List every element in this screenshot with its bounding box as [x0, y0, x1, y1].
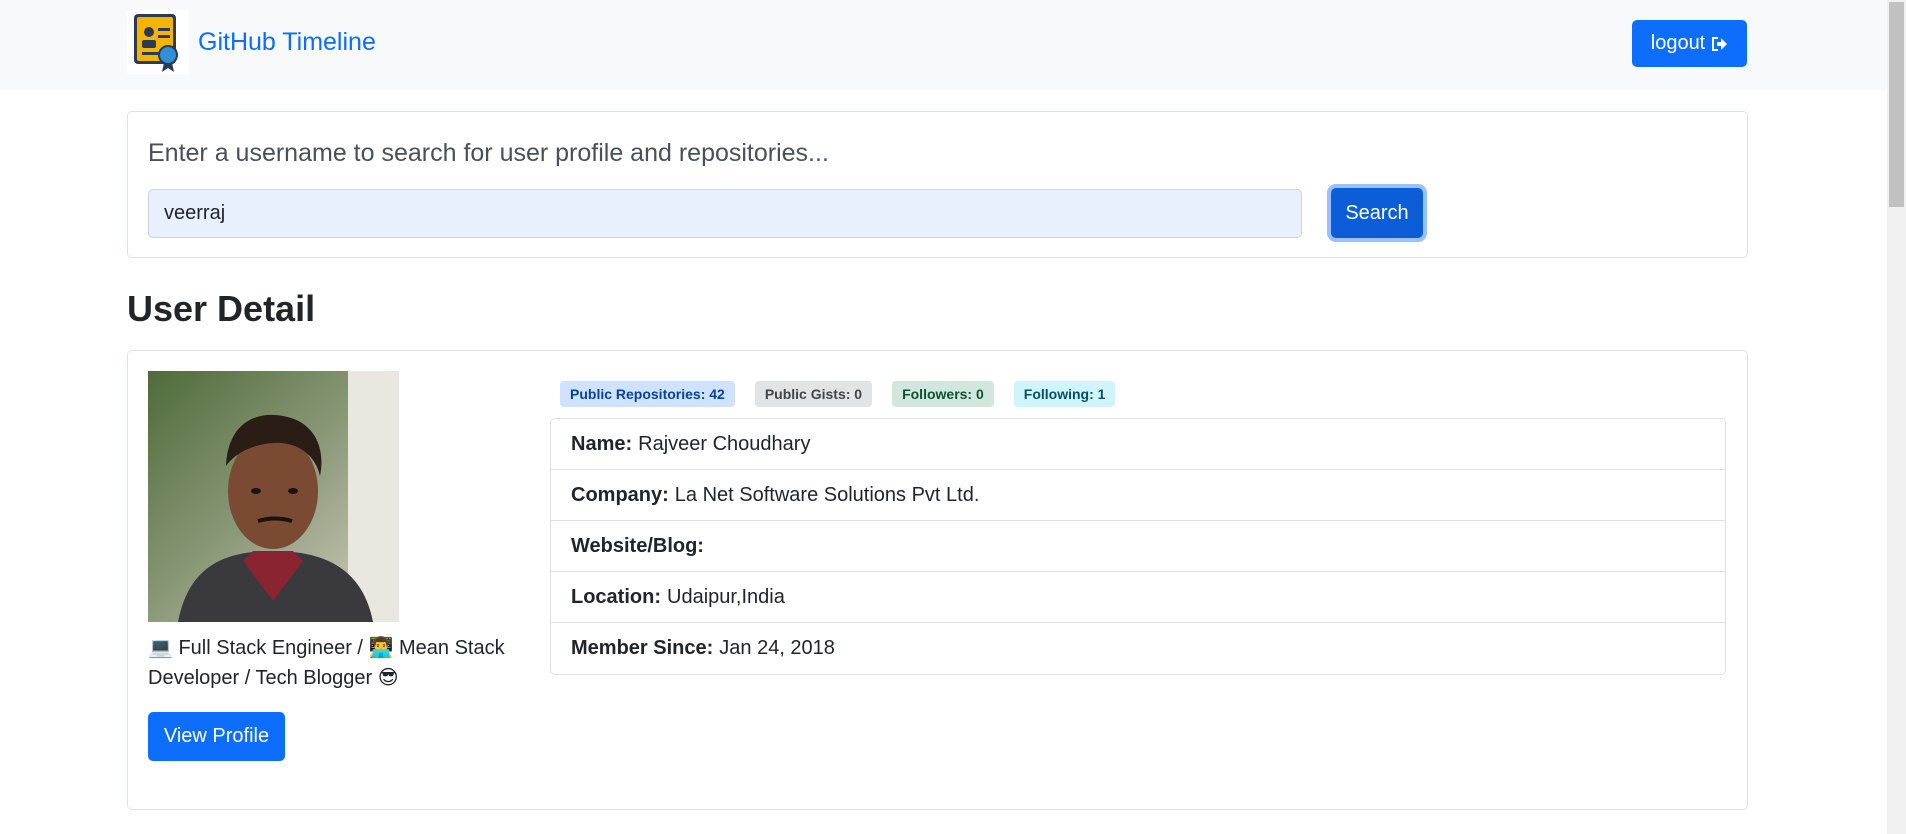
view-profile-button[interactable]: View Profile — [148, 712, 285, 761]
username-search-input[interactable] — [148, 189, 1302, 238]
logout-label: logout — [1650, 32, 1706, 54]
search-lead-text: Enter a username to search for user prof… — [148, 139, 829, 167]
name-value: Rajveer Choudhary — [638, 432, 811, 455]
page-title: User Detail — [127, 288, 316, 329]
list-item-member-since: Member Since: Jan 24, 2018 — [551, 623, 1725, 674]
repos-badge: Public Repositories: 42 — [560, 381, 735, 407]
location-value: Udaipur,India — [667, 585, 785, 608]
certificate-logo-icon — [127, 10, 189, 74]
sign-out-icon — [1712, 36, 1728, 51]
list-item-location: Location: Udaipur,India — [551, 572, 1725, 623]
search-card: Enter a username to search for user prof… — [127, 111, 1748, 258]
location-label: Location: — [571, 585, 661, 608]
list-item-name: Name: Rajveer Choudhary — [551, 419, 1725, 470]
user-info-list: Name: Rajveer Choudhary Company: La Net … — [550, 418, 1726, 675]
list-item-company: Company: La Net Software Solutions Pvt L… — [551, 470, 1725, 521]
user-bio: 💻 Full Stack Engineer / 👨‍💻 Mean Stack D… — [148, 637, 505, 689]
name-label: Name: — [571, 432, 633, 455]
member-since-label: Member Since: — [571, 637, 714, 659]
page-scrollbar[interactable] — [1887, 0, 1906, 834]
gists-badge: Public Gists: 0 — [754, 381, 873, 407]
company-label: Company: — [571, 483, 669, 506]
website-label: Website/Blog: — [571, 534, 704, 557]
scrollbar-thumb[interactable] — [1889, 2, 1904, 207]
navbar: GitHub Timeline logout — [0, 0, 1887, 90]
brand-link[interactable]: GitHub Timeline — [127, 10, 376, 74]
search-button[interactable]: Search — [1331, 188, 1423, 238]
avatar — [148, 371, 399, 622]
followers-badge: Followers: 0 — [892, 381, 994, 407]
following-badge: Following: 1 — [1013, 381, 1116, 407]
stats-badges: Public Repositories: 42 Public Gists: 0 … — [560, 381, 1116, 407]
member-since-value: Jan 24, 2018 — [719, 637, 835, 659]
list-item-website: Website/Blog: — [551, 521, 1725, 572]
logout-button[interactable]: logout — [1632, 20, 1747, 67]
company-value: La Net Software Solutions Pvt Ltd. — [674, 483, 980, 506]
brand-title[interactable]: GitHub Timeline — [198, 29, 376, 55]
user-detail-card: 💻 Full Stack Engineer / 👨‍💻 Mean Stack D… — [127, 350, 1748, 810]
